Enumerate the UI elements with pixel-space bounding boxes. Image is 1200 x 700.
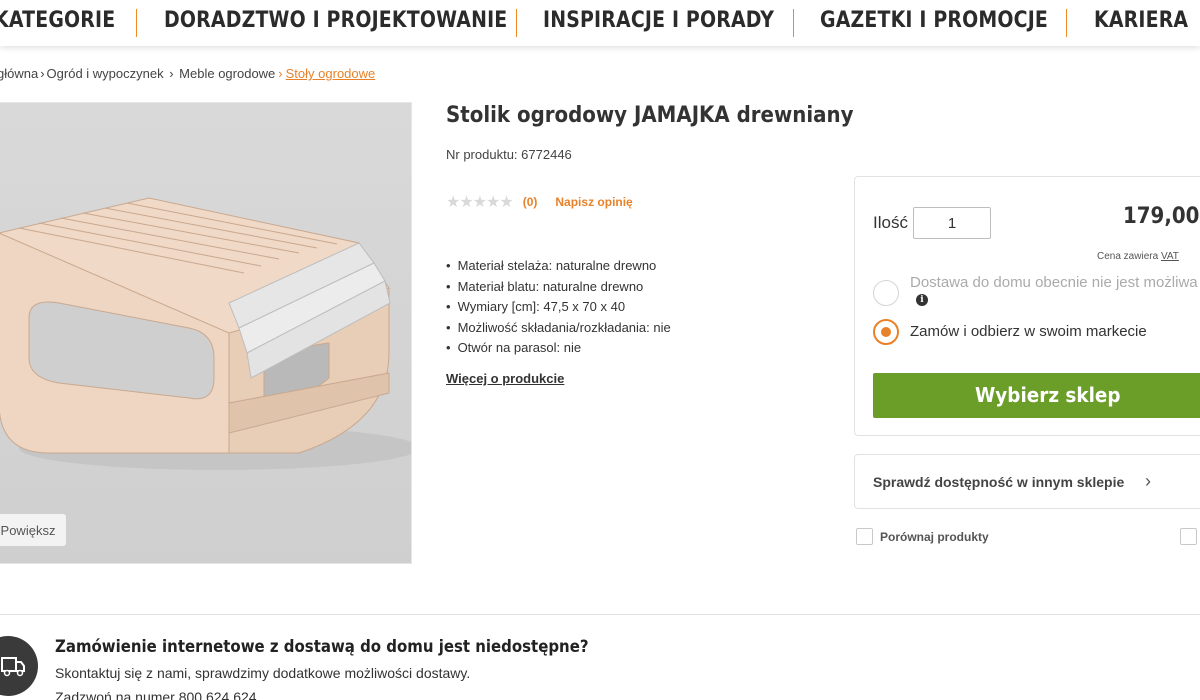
zoom-button[interactable]: Powiększ (0, 514, 66, 546)
nav-separator (516, 9, 517, 37)
purchase-box: Ilość 179,00 Cena zawiera VAT Dostawa do… (854, 176, 1200, 436)
nav-item-kategorie[interactable]: KATEGORIE (0, 8, 115, 33)
product-image[interactable] (0, 102, 412, 564)
delivery-text: Skontaktuj się z nami, sprawdzimy dodatk… (55, 665, 471, 681)
breadcrumb-chevron: › (278, 66, 283, 81)
secondary-checkbox[interactable] (1180, 528, 1197, 545)
breadcrumb-chevron: › (40, 66, 45, 81)
product-number-value: 6772446 (521, 147, 572, 162)
breadcrumb: główna › Ogród i wypoczynek › Meble ogrodo… (0, 66, 375, 81)
compare-label: Porównaj produkty (880, 529, 989, 544)
vat-note-text: Cena zawiera (1097, 251, 1159, 262)
feature-item: Materiał blatu: naturalne drewno (446, 277, 671, 298)
vat-note: Cena zawiera VAT (1097, 251, 1179, 262)
product-number: Nr produktu: 6772446 (446, 147, 572, 162)
chevron-right-icon: › (1145, 471, 1151, 491)
store-pickup-radio[interactable] (873, 319, 899, 345)
write-review-link[interactable]: Napisz opinię (555, 195, 632, 209)
delivery-phone[interactable]: Zadzwoń na numer 800 624 624 (55, 689, 257, 700)
feature-item: Otwór na parasol: nie (446, 338, 671, 359)
truck-glyph (1, 657, 25, 677)
more-about-product-link[interactable]: Więcej o produkcie (446, 371, 564, 386)
feature-list: Materiał stelaża: naturalne drewno Mater… (446, 256, 671, 359)
rating-count[interactable]: (0) (523, 195, 538, 209)
check-availability-label: Sprawdź dostępność w innym sklepie (873, 474, 1125, 490)
nav-item-gazetki[interactable]: GAZETKI I PROMOCJE (820, 8, 1048, 33)
feature-item: Wymiary [cm]: 47,5 x 70 x 40 (446, 297, 671, 318)
nav-item-kariera[interactable]: KARIERA (1094, 8, 1188, 33)
breadcrumb-chevron: › (165, 66, 178, 81)
home-delivery-label: Dostawa do domu obecnie nie jest możliwa (910, 274, 1198, 291)
rating: ★★★★★ (0) Napisz opinię (446, 192, 633, 212)
breadcrumb-furniture[interactable]: Meble ogrodowe (179, 66, 275, 81)
nav-separator (1066, 9, 1067, 37)
nav-item-doradztwo[interactable]: DORADZTWO I PROJEKTOWANIE (164, 8, 507, 33)
product-title: Stolik ogrodowy JAMAJKA drewniany (446, 103, 854, 128)
feature-item: Możliwość składania/rozkładania: nie (446, 318, 671, 339)
nav-separator (136, 9, 137, 37)
breadcrumb-current[interactable]: Stoły ogrodowe (286, 66, 376, 81)
breadcrumb-home[interactable]: główna (0, 66, 38, 81)
nav-separator (793, 9, 794, 37)
feature-item: Materiał stelaża: naturalne drewno (446, 256, 671, 277)
vat-link[interactable]: VAT (1161, 251, 1179, 262)
compare-products[interactable]: Porównaj produkty (856, 528, 989, 545)
store-pickup-label: Zamów i odbierz w swoim markecie (910, 323, 1147, 340)
choose-store-label: Wybierz sklep (975, 383, 1121, 407)
table-illustration (0, 103, 411, 563)
info-icon[interactable]: i (916, 294, 928, 306)
home-delivery-radio[interactable] (873, 280, 899, 306)
choose-store-button[interactable]: Wybierz sklep (873, 373, 1200, 418)
price: 179,00 (1123, 204, 1200, 229)
delivery-title: Zamówienie internetowe z dostawą do domu… (55, 637, 589, 657)
breadcrumb-garden[interactable]: Ogród i wypoczynek (47, 66, 164, 81)
rating-stars-icon: ★★★★★ (446, 194, 514, 211)
nav-item-inspiracje[interactable]: INSPIRACJE I PORADY (543, 8, 774, 33)
top-navigation: KATEGORIE DORADZTWO I PROJEKTOWANIE INSP… (0, 0, 1200, 46)
truck-icon (0, 636, 38, 696)
product-number-label: Nr produktu: (446, 147, 518, 162)
compare-checkbox[interactable] (856, 528, 873, 545)
section-divider (0, 614, 1200, 615)
quantity-label: Ilość (873, 213, 908, 232)
check-availability-button[interactable]: Sprawdź dostępność w innym sklepie › (854, 454, 1200, 509)
quantity-input[interactable] (913, 207, 991, 239)
